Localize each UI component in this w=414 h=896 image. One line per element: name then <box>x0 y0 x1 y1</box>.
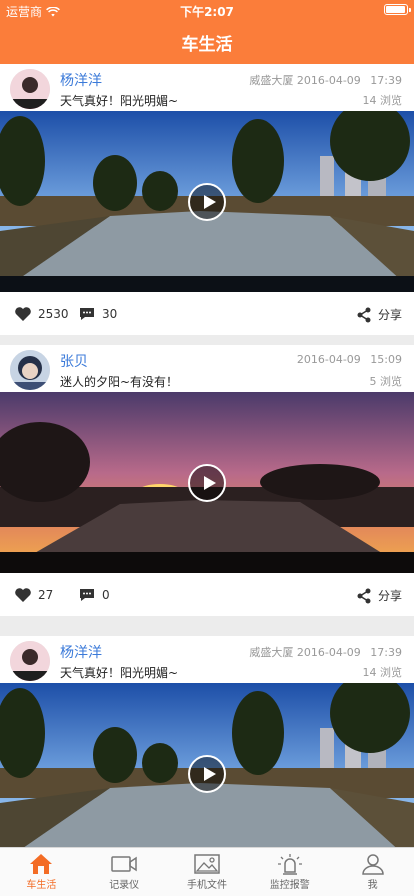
post-author[interactable]: 杨洋洋 <box>60 70 102 90</box>
post-card[interactable]: 张贝 迷人的夕阳~有没有！ 2016-04-09 15:09 5 浏览 27 0… <box>0 345 414 616</box>
tab-me[interactable]: 我 <box>331 848 414 896</box>
play-button[interactable] <box>188 755 226 793</box>
post-author[interactable]: 张贝 <box>60 351 88 371</box>
post-text: 迷人的夕阳~有没有！ <box>60 375 179 389</box>
comment-count: 0 <box>102 588 110 602</box>
post-author[interactable]: 杨洋洋 <box>60 642 102 662</box>
tab-car-life[interactable]: 车生活 <box>0 848 83 896</box>
avatar[interactable] <box>10 641 50 681</box>
post-meta: 2016-04-09 15:09 <box>297 353 402 366</box>
post-time: 17:39 <box>370 74 402 87</box>
nav-header: 运营商 下午2:07 车生活 <box>0 0 414 64</box>
tab-label: 车生活 <box>26 880 57 891</box>
page-title: 车生活 <box>181 35 233 55</box>
post-date: 2016-04-09 <box>296 646 361 659</box>
post-location: 威盛大厦 <box>249 74 294 87</box>
like-button[interactable]: 2530 <box>14 306 69 322</box>
like-count: 27 <box>38 588 54 602</box>
tab-phone-files[interactable]: 手机文件 <box>166 848 249 896</box>
share-icon <box>357 588 371 603</box>
tab-label: 记录仪 <box>109 880 140 891</box>
comment-button[interactable]: 30 <box>78 306 117 322</box>
post-actions: 27 0 分享 <box>0 573 414 616</box>
comment-icon <box>80 308 94 320</box>
share-button[interactable]: 分享 <box>356 587 402 604</box>
post-time: 15:09 <box>370 353 402 366</box>
home-icon <box>30 854 53 874</box>
video-thumbnail[interactable] <box>0 111 414 292</box>
share-icon <box>357 307 371 322</box>
status-time: 下午2:07 <box>180 5 234 19</box>
comment-button[interactable]: 0 <box>78 587 110 603</box>
post-card[interactable]: 杨洋洋 天气真好！阳光明媚~ 威盛大厦 2016-04-09 17:39 14 … <box>0 636 414 847</box>
tab-bar: 车生活 记录仪 手机文件 监控报警 我 <box>0 847 414 896</box>
post-card[interactable]: 杨洋洋 天气真好！阳光明媚~ 威盛大厦 2016-04-09 17:39 14 … <box>0 64 414 335</box>
play-button[interactable] <box>188 183 226 221</box>
like-count: 2530 <box>38 307 69 321</box>
comment-icon <box>80 589 94 601</box>
share-button[interactable]: 分享 <box>356 306 402 323</box>
tab-recorder[interactable]: 记录仪 <box>83 848 166 896</box>
avatar[interactable] <box>10 69 50 109</box>
heart-icon <box>15 588 31 602</box>
post-location: 威盛大厦 <box>249 646 294 659</box>
post-meta: 威盛大厦 2016-04-09 17:39 <box>249 72 402 88</box>
comment-count: 30 <box>102 307 118 321</box>
like-button[interactable]: 27 <box>14 587 53 603</box>
post-meta: 威盛大厦 2016-04-09 17:39 <box>249 644 402 660</box>
post-date: 2016-04-09 <box>296 74 361 87</box>
video-thumbnail[interactable] <box>0 683 414 847</box>
battery-icon <box>384 4 411 15</box>
alarm-light-icon <box>277 854 302 875</box>
play-button[interactable] <box>188 464 226 502</box>
post-time: 17:39 <box>370 646 402 659</box>
share-label: 分享 <box>377 308 402 322</box>
post-views: 14 浏览 <box>362 94 403 107</box>
user-icon <box>361 854 384 875</box>
video-camera-icon <box>111 856 137 872</box>
tab-monitor-alarm[interactable]: 监控报警 <box>248 848 331 896</box>
video-thumbnail[interactable] <box>0 392 414 573</box>
post-views: 14 浏览 <box>362 666 403 679</box>
post-date: 2016-04-09 <box>296 353 361 366</box>
share-label: 分享 <box>377 589 402 603</box>
avatar[interactable] <box>10 350 50 390</box>
status-bar: 运营商 下午2:07 <box>0 0 414 20</box>
post-text: 天气真好！阳光明媚~ <box>60 666 179 680</box>
post-actions: 2530 30 分享 <box>0 292 414 335</box>
image-icon <box>194 854 220 874</box>
tab-label: 我 <box>367 880 378 891</box>
tab-label: 监控报警 <box>269 880 310 891</box>
feed-list[interactable]: 杨洋洋 天气真好！阳光明媚~ 威盛大厦 2016-04-09 17:39 14 … <box>0 64 414 847</box>
tab-label: 手机文件 <box>186 880 227 891</box>
post-views: 5 浏览 <box>369 375 403 388</box>
post-text: 天气真好！阳光明媚~ <box>60 94 179 108</box>
heart-icon <box>15 307 31 321</box>
